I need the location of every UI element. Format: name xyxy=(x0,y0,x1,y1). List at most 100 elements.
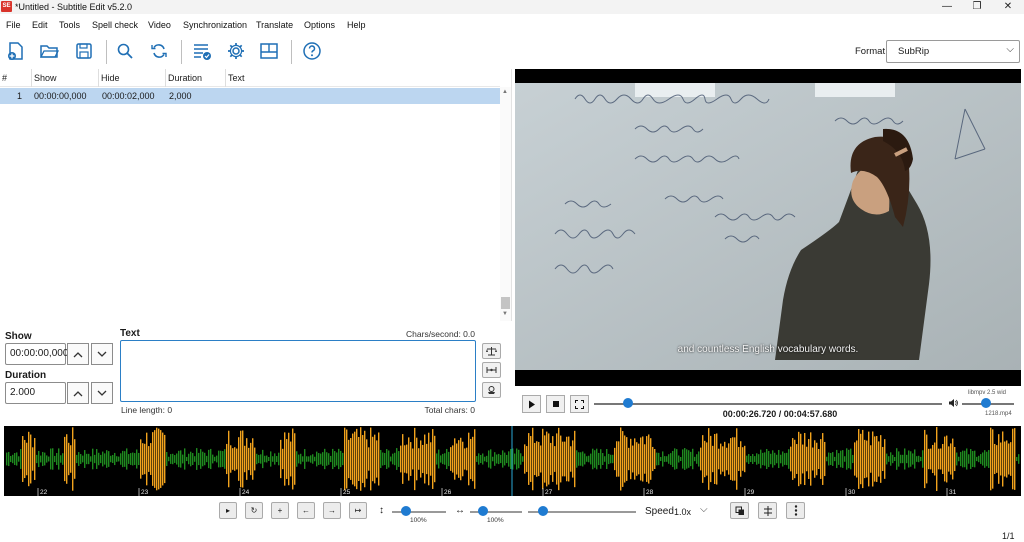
waveform-peak xyxy=(254,447,256,471)
chevron-down-icon[interactable]: ⌵ xyxy=(700,504,708,515)
waveform-peak xyxy=(688,450,690,468)
waveform-back-button[interactable]: ← xyxy=(297,502,315,519)
show-time-input[interactable]: 00:00:00,000 xyxy=(5,343,68,365)
close-button[interactable]: ✕ xyxy=(993,0,1023,14)
waveform-peak xyxy=(786,452,788,466)
video-player[interactable]: and countless English vocabulary words. xyxy=(515,69,1021,386)
grid-scrollbar[interactable]: ▲ ▼ xyxy=(500,87,511,321)
menu-edit[interactable]: Edit xyxy=(32,17,48,33)
waveform-peak xyxy=(302,456,304,462)
stop-button[interactable] xyxy=(546,395,565,413)
waveform-peak xyxy=(148,446,150,472)
column-header-text[interactable]: Text xyxy=(225,69,500,87)
minimize-button[interactable]: — xyxy=(932,0,962,14)
waveform-goto-button[interactable]: ↦ xyxy=(349,502,367,519)
waveform-peak xyxy=(324,448,326,470)
duration-up-button[interactable] xyxy=(67,382,89,404)
menu-synchronization[interactable]: Synchronization xyxy=(183,17,247,33)
waveform-play-button[interactable]: ▸ xyxy=(219,502,237,519)
scrollbar-thumb[interactable] xyxy=(501,297,510,309)
play-button[interactable] xyxy=(522,395,541,413)
speed-handle[interactable] xyxy=(538,506,548,516)
more-options-icon[interactable] xyxy=(786,502,805,519)
seek-handle[interactable] xyxy=(623,398,633,408)
volume-handle[interactable] xyxy=(981,398,991,408)
layout-icon[interactable] xyxy=(258,40,280,62)
waveform-repeat-button[interactable]: ↻ xyxy=(245,502,263,519)
waveform-peak xyxy=(544,435,546,483)
waveform-peak xyxy=(208,449,210,469)
seek-bar[interactable] xyxy=(594,403,942,405)
waveform-peak xyxy=(604,456,606,462)
vertical-zoom-handle[interactable] xyxy=(401,506,411,516)
scroll-up-icon[interactable]: ▲ xyxy=(502,89,508,95)
waveform-peak xyxy=(748,454,750,464)
show-up-button[interactable] xyxy=(67,343,89,365)
column-header-show[interactable]: Show xyxy=(31,69,98,87)
format-dropdown[interactable]: SubRip ⌵ xyxy=(886,40,1020,63)
waveform-peak xyxy=(470,438,472,480)
waveform-add-button[interactable]: + xyxy=(271,502,289,519)
split-at-cursor-icon[interactable] xyxy=(758,502,777,519)
menu-file[interactable]: File xyxy=(6,17,21,33)
scroll-down-icon[interactable]: ▼ xyxy=(502,311,508,317)
volume-icon[interactable] xyxy=(948,398,958,410)
waveform-peak xyxy=(920,456,922,462)
fullscreen-button[interactable] xyxy=(570,395,589,413)
waveform-peak xyxy=(534,442,536,476)
new-file-icon[interactable] xyxy=(5,40,27,62)
waveform-tick-label: 31 xyxy=(949,489,957,496)
duration-down-button[interactable] xyxy=(91,382,113,404)
subtitle-text-input[interactable] xyxy=(120,340,476,402)
waveform-peak xyxy=(924,429,926,489)
waveform-peak xyxy=(790,446,792,472)
waveform-peak xyxy=(340,450,342,468)
help-icon[interactable] xyxy=(301,40,323,62)
menu-translate[interactable]: Translate xyxy=(256,17,293,33)
maximize-button[interactable]: ❐ xyxy=(962,0,992,14)
waveform-peak xyxy=(236,448,238,470)
auto-break-icon[interactable] xyxy=(482,382,501,398)
waveform-peak xyxy=(876,436,878,482)
save-icon[interactable] xyxy=(73,40,95,62)
duration-input[interactable]: 2.000 xyxy=(5,382,66,404)
menu-tools[interactable]: Tools xyxy=(59,17,80,33)
waveform-peak xyxy=(184,448,186,470)
waveform-peak xyxy=(228,430,230,488)
split-icon[interactable] xyxy=(482,362,501,378)
waveform-peak xyxy=(6,452,8,466)
table-row[interactable]: 1 00:00:00,000 00:00:02,000 2,000 xyxy=(0,88,500,104)
column-header-number[interactable]: # xyxy=(0,69,31,87)
waveform-peak xyxy=(986,451,988,467)
waveform[interactable]: 22 23 24 25 26 27 28 29 30 31 xyxy=(4,426,1021,496)
open-folder-icon[interactable] xyxy=(38,40,60,62)
waveform-peak xyxy=(686,449,688,469)
waveform-peak xyxy=(958,456,960,462)
show-down-button[interactable] xyxy=(91,343,113,365)
copy-icon[interactable] xyxy=(730,502,749,519)
menu-video[interactable]: Video xyxy=(148,17,171,33)
waveform-peak xyxy=(266,455,268,463)
replace-icon[interactable] xyxy=(148,40,170,62)
settings-gear-icon[interactable] xyxy=(225,40,247,62)
subtitle-grid[interactable]: # Show Hide Duration Text 1 00:00:00,000… xyxy=(0,69,512,321)
menu-help[interactable]: Help xyxy=(347,17,366,33)
balance-icon[interactable] xyxy=(482,343,501,359)
search-icon[interactable] xyxy=(114,40,136,62)
menu-spell-check[interactable]: Spell check xyxy=(92,17,138,33)
waveform-peak xyxy=(476,456,478,462)
waveform-forward-button[interactable]: → xyxy=(323,502,341,519)
column-header-duration[interactable]: Duration xyxy=(165,69,225,87)
column-header-hide[interactable]: Hide xyxy=(98,69,165,87)
horizontal-zoom-handle[interactable] xyxy=(478,506,488,516)
waveform-peak xyxy=(442,453,444,465)
waveform-peak xyxy=(488,450,490,468)
waveform-peak xyxy=(722,446,724,472)
menu-options[interactable]: Options xyxy=(304,17,335,33)
waveform-peak xyxy=(58,448,60,470)
waveform-peak xyxy=(1004,441,1006,477)
speed-value[interactable]: 1.0x xyxy=(674,507,691,517)
spell-check-icon[interactable] xyxy=(191,40,213,62)
waveform-peak xyxy=(70,445,72,473)
waveform-peak xyxy=(1018,454,1020,464)
